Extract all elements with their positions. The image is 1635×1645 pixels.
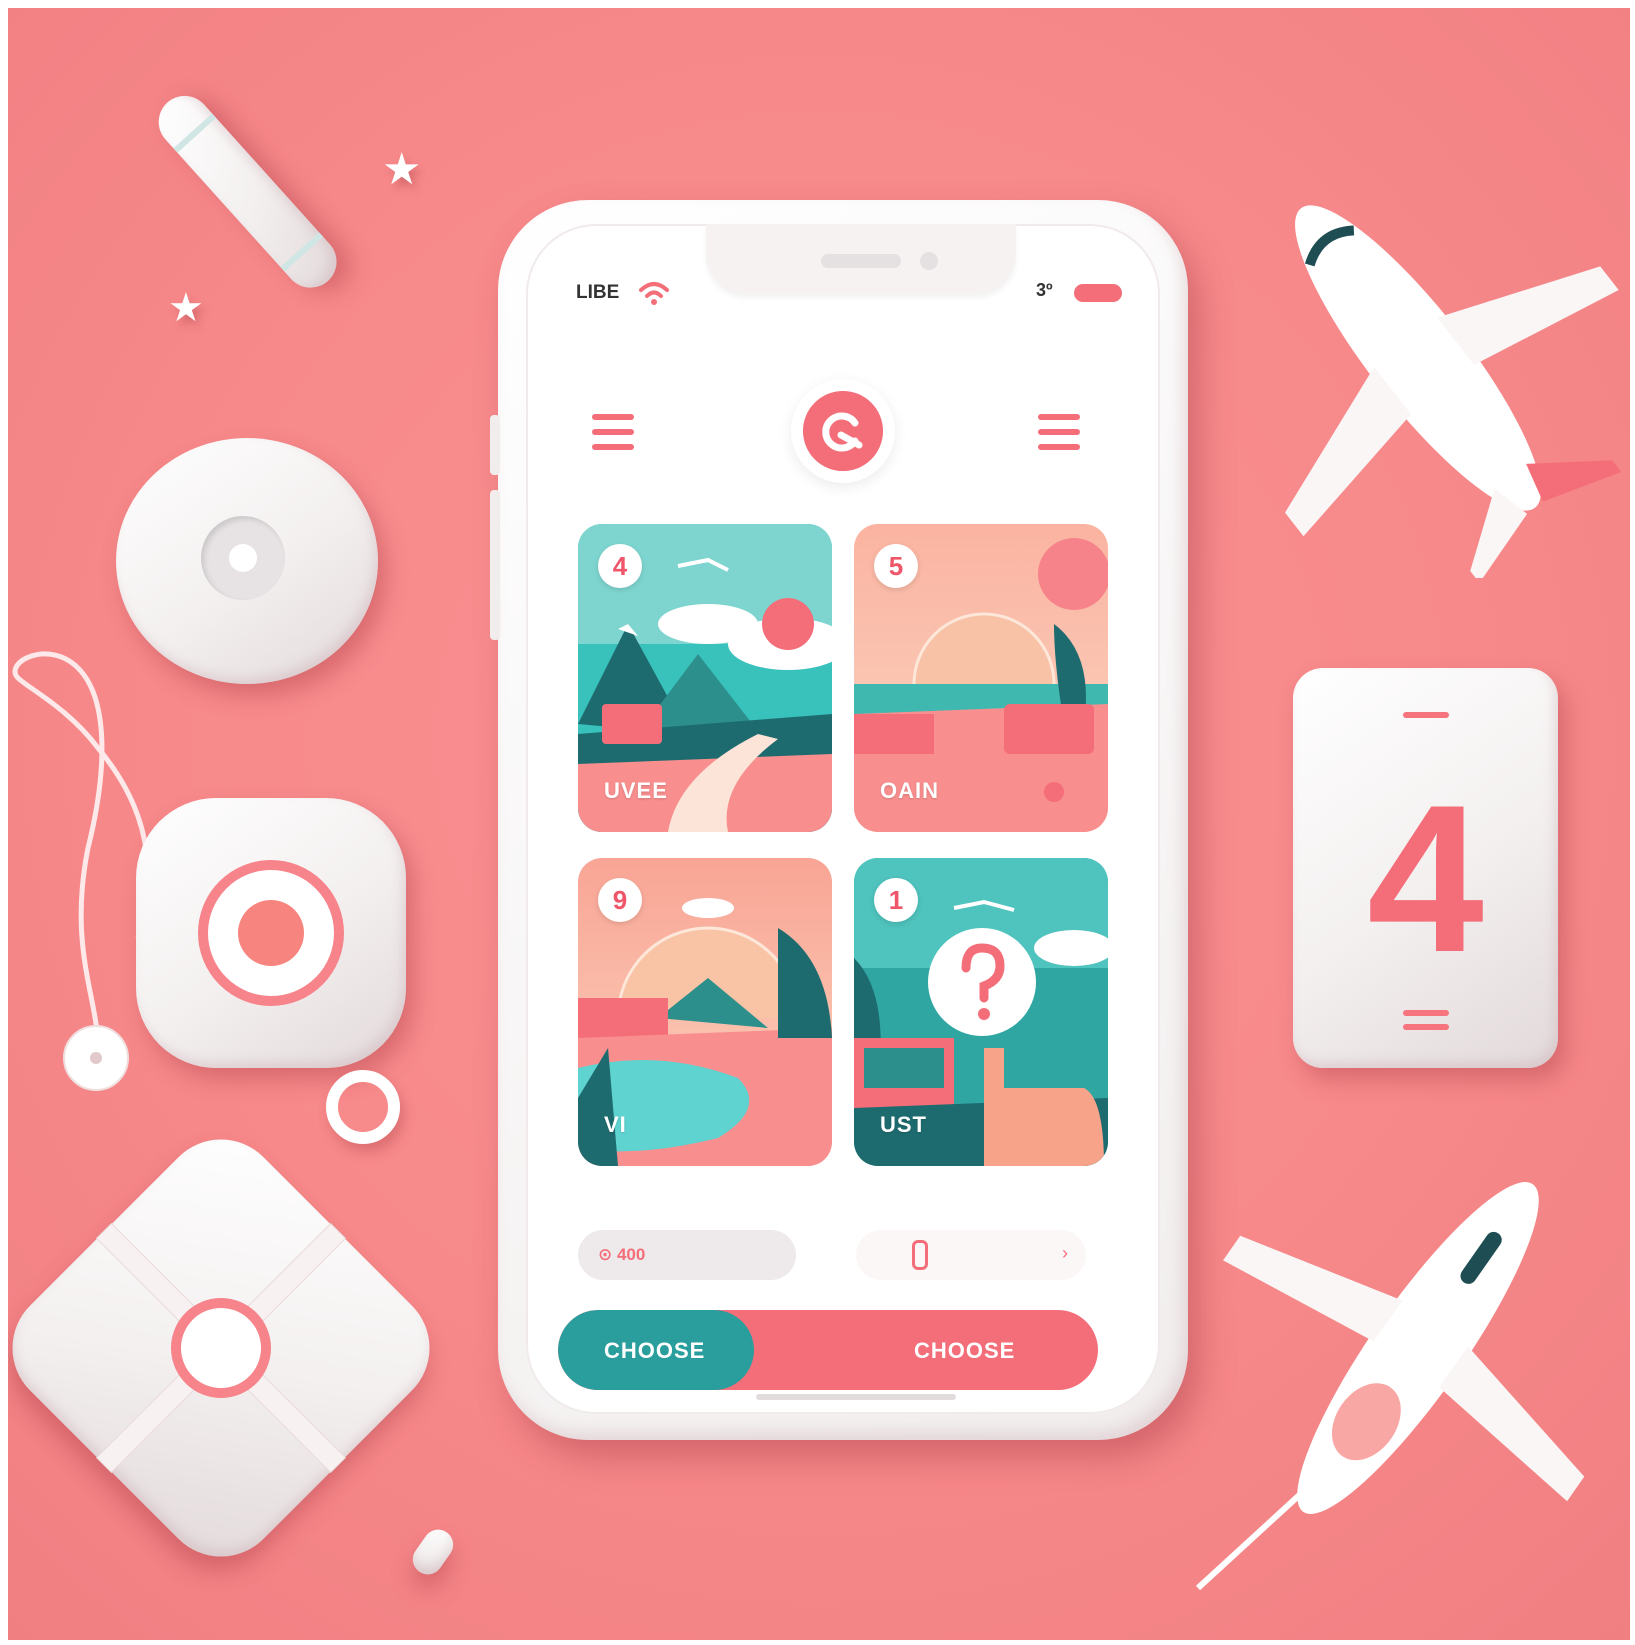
- device-pill[interactable]: ›: [856, 1230, 1086, 1280]
- card-label: OAIN: [880, 778, 939, 803]
- speaker-icon: [821, 254, 901, 268]
- choose-toggle: CHOOSE CHOOSE: [558, 1310, 1098, 1390]
- phone-notch: [706, 224, 1016, 294]
- app-logo[interactable]: [791, 379, 895, 483]
- decorative-ring: [326, 1070, 400, 1144]
- choose-right-button[interactable]: CHOOSE: [754, 1310, 1098, 1390]
- card-badge: 4: [598, 544, 642, 588]
- choose-right-label: CHOOSE: [914, 1338, 1016, 1363]
- app-logo-icon: [803, 391, 883, 471]
- card-badge: 5: [874, 544, 918, 588]
- card-badge: 1: [874, 878, 918, 922]
- star-icon: ★: [168, 286, 204, 330]
- side-card-number: 4: [1367, 761, 1484, 996]
- choose-left-button[interactable]: CHOOSE: [558, 1310, 754, 1390]
- destination-card[interactable]: 1 UST: [854, 858, 1108, 1166]
- destination-card[interactable]: 5 OAIN: [854, 524, 1108, 832]
- phone-icon: [912, 1240, 928, 1270]
- left-menu-icon[interactable]: [592, 414, 634, 454]
- status-carrier: LIBE: [576, 282, 620, 303]
- destination-card[interactable]: 9 VI: [578, 858, 832, 1166]
- battery-icon: [1074, 284, 1122, 302]
- chevron-right-icon: ›: [1062, 1243, 1068, 1263]
- decorative-tube: [148, 85, 348, 299]
- decorative-speaker-button: [136, 798, 406, 1068]
- camera-icon: [920, 252, 938, 270]
- decorative-gift-box: [8, 1114, 455, 1582]
- card-label: UST: [880, 1112, 927, 1137]
- destination-card[interactable]: 4 UVEE: [578, 524, 832, 832]
- card-label: UVEE: [604, 778, 668, 803]
- right-menu-icon[interactable]: [1038, 414, 1080, 454]
- background-scene: ★ ★ 4 LIBE 3º 4 UVEE 5 OAIN 9 VI 1 UST ⊙…: [8, 8, 1630, 1640]
- side-number-card: 4: [1293, 668, 1558, 1068]
- points-text: ⊙ 400: [598, 1245, 646, 1264]
- star-icon: ★: [382, 145, 422, 194]
- app-screen: LIBE 3º 4 UVEE 5 OAIN 9 VI 1 UST ⊙ 400 ›…: [526, 224, 1160, 1414]
- phone-mockup: LIBE 3º 4 UVEE 5 OAIN 9 VI 1 UST ⊙ 400 ›…: [490, 200, 1188, 1440]
- airplane-icon: [1195, 1182, 1585, 1591]
- points-pill[interactable]: ⊙ 400: [578, 1230, 796, 1280]
- status-battery-level: 3º: [1036, 280, 1053, 300]
- card-badge: 9: [598, 878, 642, 922]
- card-label: VI: [604, 1112, 627, 1137]
- home-indicator[interactable]: [756, 1394, 956, 1400]
- airplane-icon: [1285, 205, 1622, 578]
- wifi-icon: [639, 282, 669, 305]
- decorative-capsule: [406, 1523, 460, 1581]
- choose-left-label: CHOOSE: [604, 1338, 706, 1363]
